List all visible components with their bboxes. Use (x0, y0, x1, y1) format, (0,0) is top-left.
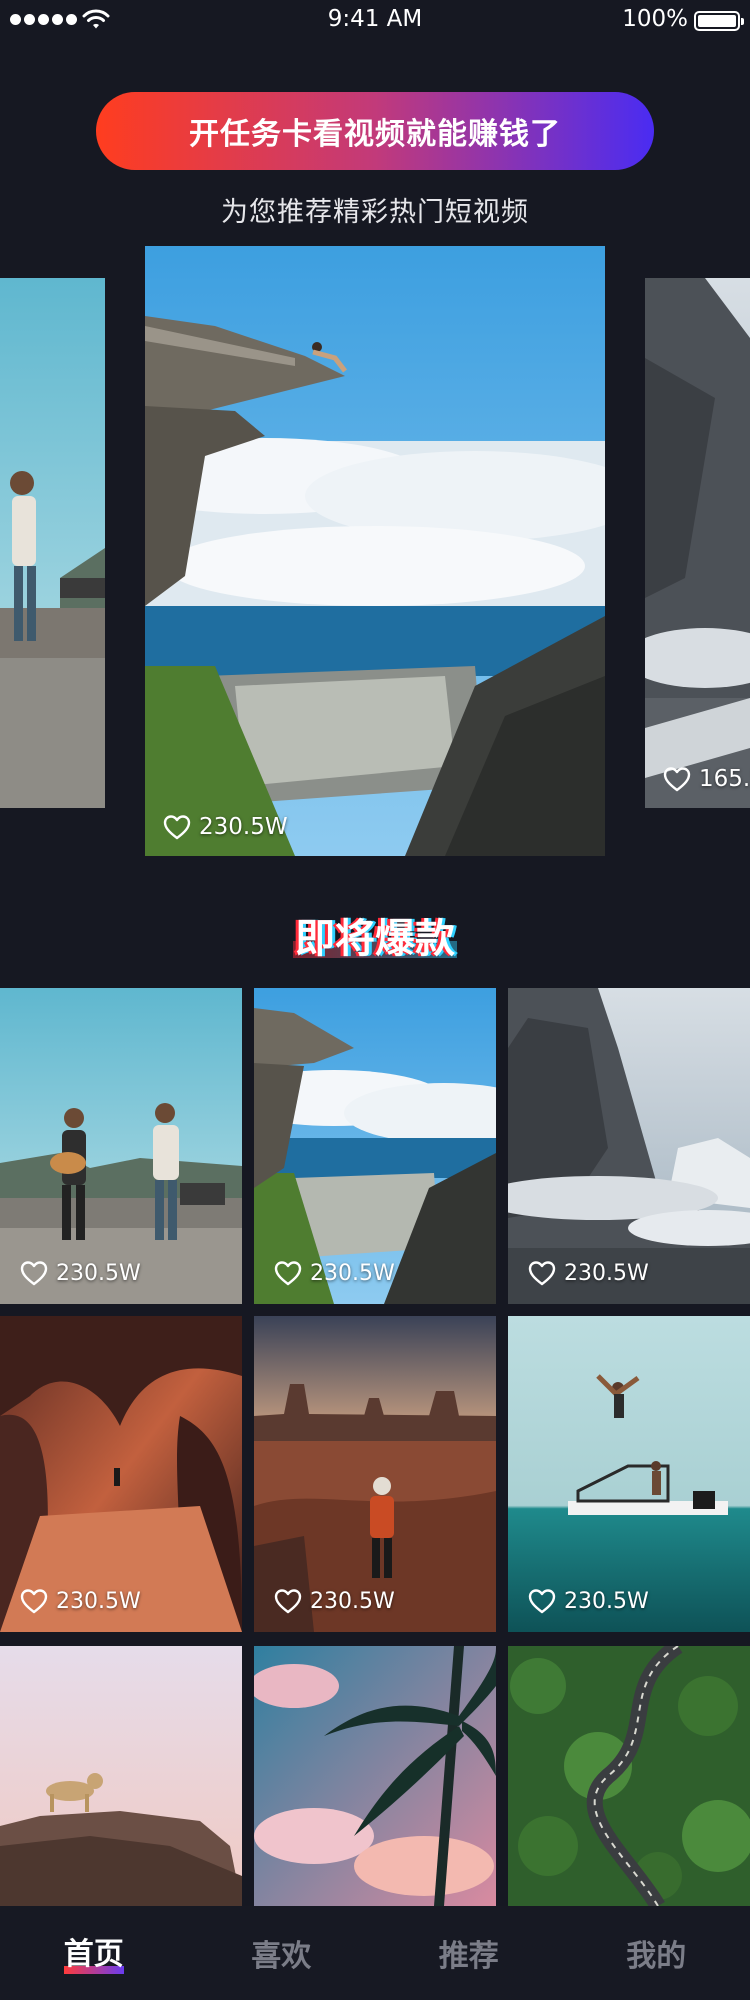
heart-outline-icon (663, 766, 691, 792)
recommend-subtitle: 为您推荐精彩热门短视频 (221, 197, 529, 228)
video-thumbnail (254, 1316, 496, 1632)
battery-percent: 100% (622, 6, 688, 32)
like-count: 230.5W (20, 1588, 141, 1614)
tab-profile[interactable]: 我的 (563, 1906, 750, 2000)
video-card[interactable]: 230.5W (508, 1316, 750, 1632)
video-card[interactable] (508, 1646, 750, 1906)
heart-outline-icon (528, 1260, 556, 1286)
video-thumbnail (508, 1646, 750, 1906)
status-bar: 9:41 AM 100% (0, 0, 750, 40)
video-thumbnail (0, 1646, 242, 1906)
video-card[interactable] (254, 1646, 496, 1906)
bottom-tab-bar: 首页 喜欢 推荐 我的 (0, 1906, 750, 2000)
video-card[interactable]: 230.5W (254, 1316, 496, 1632)
video-thumbnail (508, 988, 750, 1304)
like-count: 230.5W (20, 1260, 141, 1286)
like-count: 230.5W (274, 1588, 395, 1614)
video-card[interactable]: 230.5W (508, 988, 750, 1304)
like-count: 230.5W (274, 1260, 395, 1286)
video-thumbnail (0, 1316, 242, 1632)
video-card[interactable]: 230.5W (0, 988, 242, 1304)
battery-icon (694, 11, 744, 31)
promo-banner-button[interactable]: 开任务卡看视频就能赚钱了 (96, 92, 654, 170)
video-thumbnail (645, 278, 750, 808)
tab-recommend[interactable]: 推荐 (375, 1906, 563, 2000)
heart-outline-icon (163, 814, 191, 840)
section-title-upcoming-hits: 即将爆款 (0, 906, 750, 964)
video-card[interactable]: 230.5W (0, 1316, 242, 1632)
heart-outline-icon (274, 1588, 302, 1614)
like-count: 165.5 (663, 766, 750, 792)
video-thumbnail (254, 1646, 496, 1906)
tab-home[interactable]: 首页 (0, 1906, 188, 2000)
heart-outline-icon (20, 1260, 48, 1286)
carousel-card-prev[interactable] (0, 278, 105, 808)
video-thumbnail (254, 988, 496, 1304)
video-thumbnail (145, 246, 605, 856)
heart-outline-icon (528, 1588, 556, 1614)
video-card[interactable]: 230.5W (254, 988, 496, 1304)
heart-outline-icon (20, 1588, 48, 1614)
like-count: 230.5W (528, 1588, 649, 1614)
video-thumbnail (0, 278, 105, 808)
carousel-card-featured[interactable]: 230.5W (145, 246, 605, 856)
like-count: 230.5W (163, 814, 288, 840)
video-thumbnail (508, 1316, 750, 1632)
heart-outline-icon (274, 1260, 302, 1286)
like-count: 230.5W (528, 1260, 649, 1286)
video-thumbnail (0, 988, 242, 1304)
carousel-card-next[interactable]: 165.5 (645, 278, 750, 808)
video-card[interactable] (0, 1646, 242, 1906)
tab-likes[interactable]: 喜欢 (188, 1906, 376, 2000)
